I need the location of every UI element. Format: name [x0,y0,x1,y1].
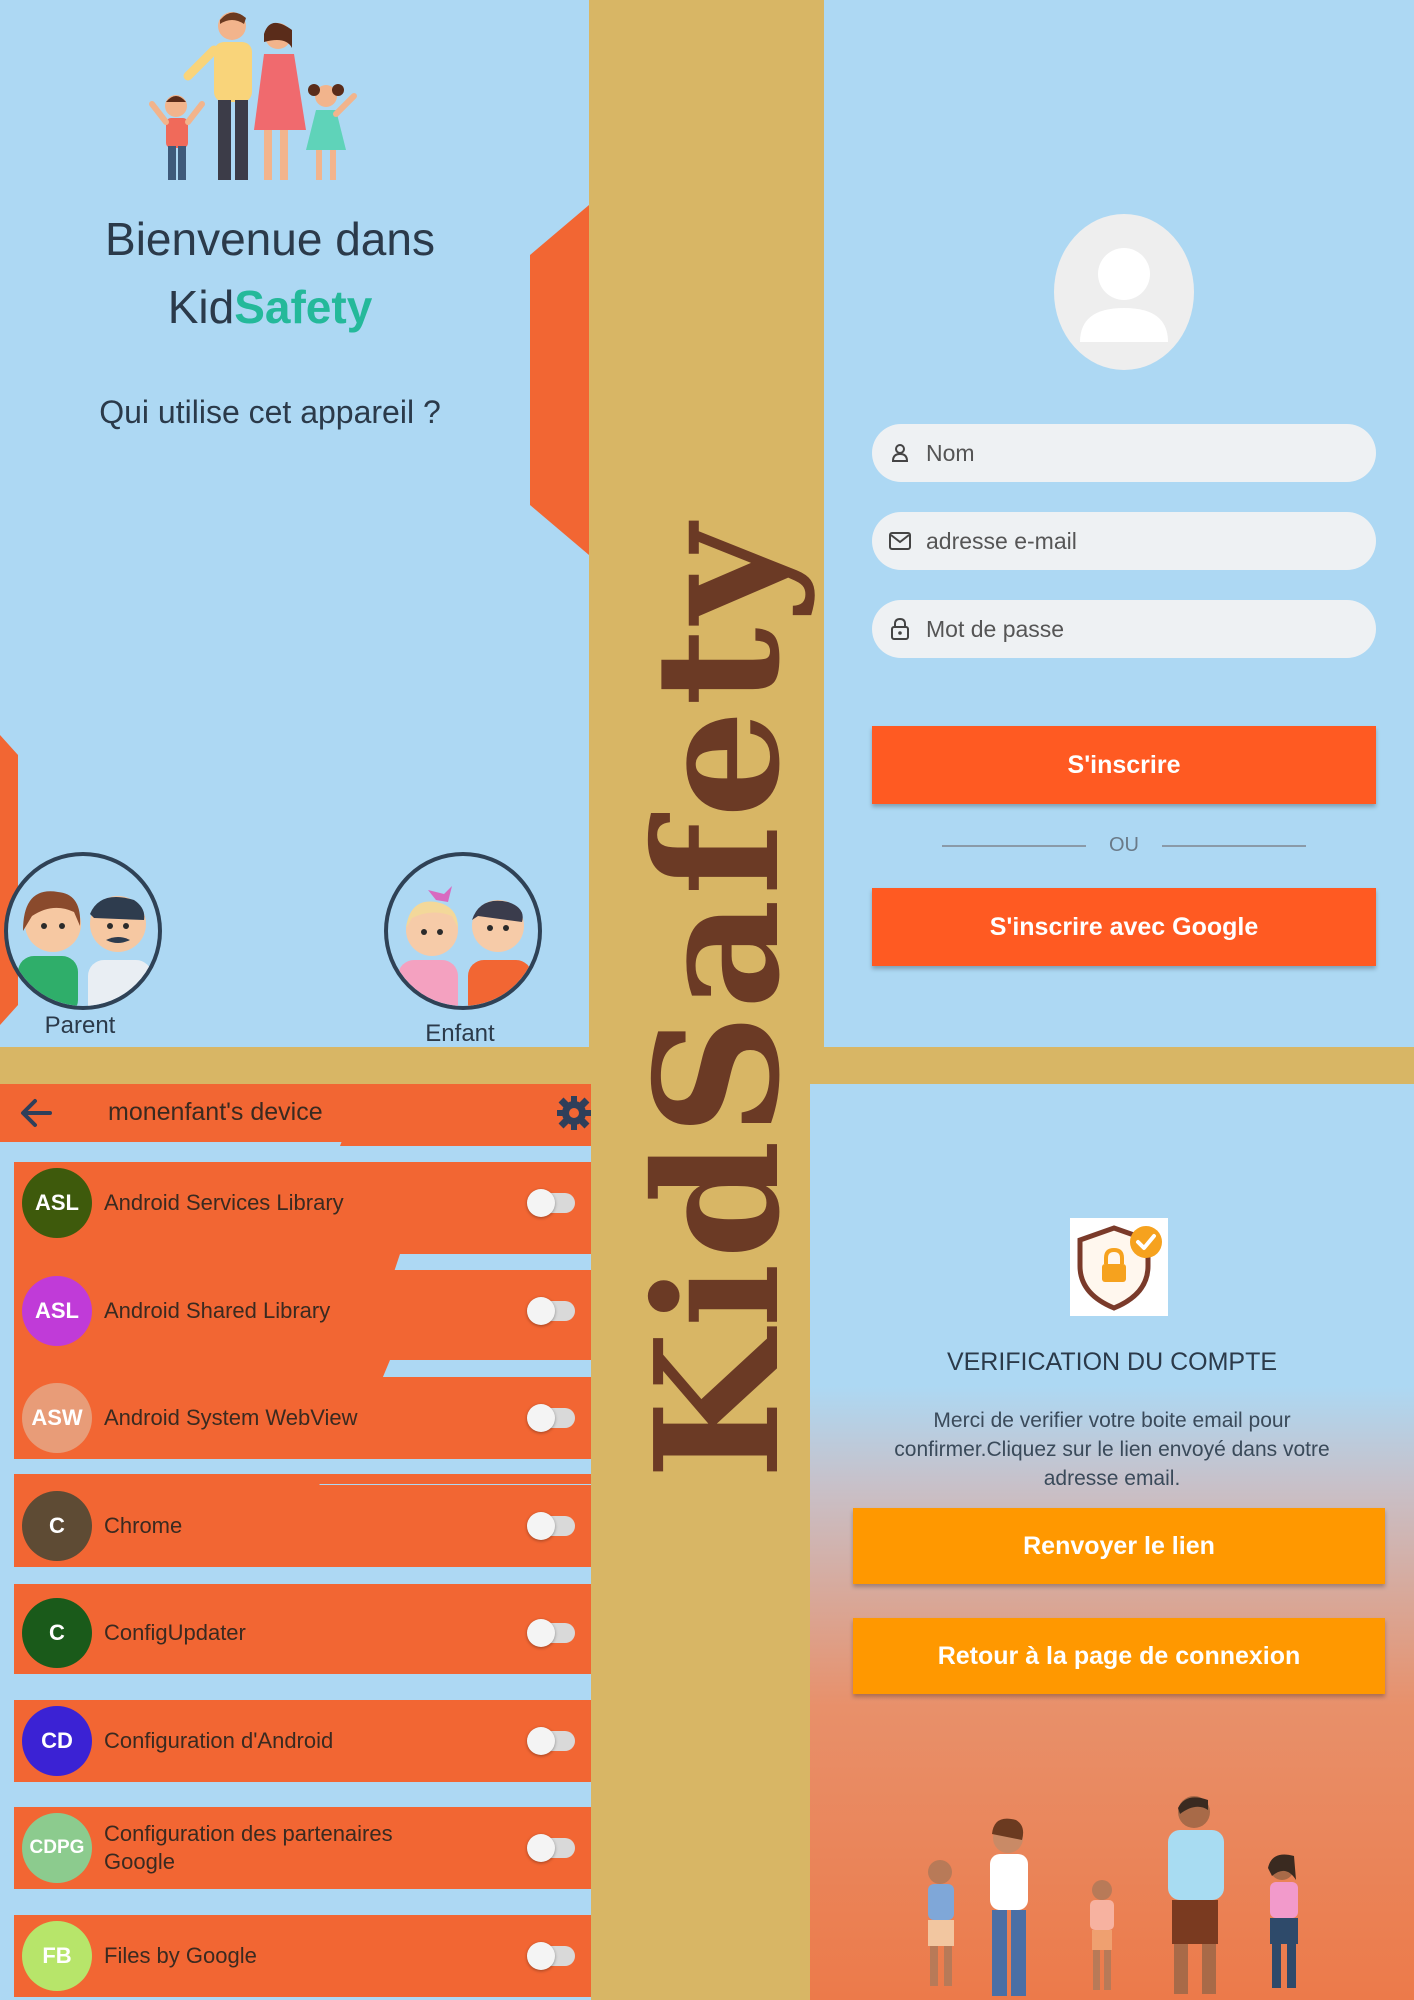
toggle-knob [527,1619,555,1647]
divider-line-right [1162,845,1306,847]
parent-label: Parent [44,1012,116,1039]
app-avatar: CD [22,1706,92,1776]
welcome-brand: KidSafety [0,280,540,334]
verify-screen: VERIFICATION DU COMPTE Merci de verifier… [810,1084,1414,2000]
parents-avatar-icon [18,891,152,1006]
brand-safety: Safety [234,281,373,333]
arrow-left-icon[interactable] [18,1096,54,1130]
top-app-bar: monenfant's device [0,1084,591,1142]
app-name: Configuration des partenaires Google [104,1821,393,1874]
resend-link-button[interactable]: Renvoyer le lien [853,1508,1385,1584]
app-row-files-by-google[interactable]: FB Files by Google [14,1915,591,1997]
child-label: Enfant [425,1020,495,1047]
app-name: Files by Google [104,1943,257,1968]
toggle-knob [527,1189,555,1217]
app-name: Android Shared Library [104,1298,331,1323]
name-input[interactable] [924,438,1348,468]
app-name: ConfigUpdater [104,1620,246,1645]
divider-label: OU [1109,834,1139,856]
shield-lock-check-icon [1077,1225,1162,1311]
app-toggle[interactable] [527,1404,575,1432]
orange-hexagon-shape [530,205,589,555]
app-row-configuration-partenaires-google[interactable]: CDPG Configuration des partenaires Googl… [14,1807,591,1889]
register-button[interactable]: S'inscrire [872,726,1376,804]
app-avatar: FB [22,1921,92,1991]
mail-icon [888,529,912,553]
brand-title: KidSafety [618,520,818,1480]
toggle-knob [527,1512,555,1540]
toggle-knob [527,1404,555,1432]
app-avatar: ASL [22,1276,92,1346]
app-toggle[interactable] [527,1619,575,1647]
device-title: monenfant's device [108,1098,323,1126]
back-to-login-button[interactable]: Retour à la page de connexion [853,1618,1385,1694]
verification-message: Merci de verifier votre boite email pour… [894,1409,1330,1490]
welcome-screen: Bienvenue dans KidSafety Qui utilise cet… [0,0,589,1047]
app-toggle[interactable] [527,1512,575,1540]
brand-kid: Kid [167,281,235,333]
app-toggle[interactable] [527,1297,575,1325]
password-input[interactable] [924,614,1348,644]
divider-line-left [942,845,1086,847]
app-row-configupdater[interactable]: C ConfigUpdater [14,1592,591,1674]
app-name: Configuration d'Android [104,1728,334,1753]
app-avatar: C [22,1491,92,1561]
name-field[interactable] [872,424,1376,482]
toggle-knob [527,1727,555,1755]
kids-avatar-icon [398,886,532,1006]
app-toggle[interactable] [527,1727,575,1755]
signup-screen: S'inscrire OU S'inscrire avec Google [824,0,1414,1047]
app-row-configuration-android[interactable]: CD Configuration d'Android [14,1700,591,1782]
child-avatar-button[interactable] [384,852,542,1010]
apps-screen: monenfant's device ASL Android Services … [0,1084,591,2000]
app-row-android-system-webview[interactable]: ASW Android System WebView [14,1377,591,1459]
email-input[interactable] [924,526,1348,556]
app-row-android-services-library[interactable]: ASL Android Services Library [14,1162,591,1244]
app-avatar: ASW [22,1383,92,1453]
shield-badge [1070,1218,1168,1316]
app-avatar: ASL [22,1168,92,1238]
email-field[interactable] [872,512,1376,570]
app-row-chrome[interactable]: C Chrome [14,1485,591,1567]
parent-avatar-button[interactable] [4,852,162,1010]
app-name: Chrome [104,1513,183,1538]
or-divider: OU [942,834,1306,858]
verification-title: VERIFICATION DU COMPTE [946,1348,1278,1376]
profile-avatar [1054,214,1194,370]
gear-icon[interactable] [556,1094,591,1132]
app-avatar: CDPG [22,1813,92,1883]
app-name: Android Services Library [104,1190,344,1215]
app-toggle[interactable] [527,1189,575,1217]
user-placeholder-icon [1080,248,1168,342]
toggle-knob [527,1942,555,1970]
app-toggle[interactable] [527,1942,575,1970]
device-question: Qui utilise cet appareil ? [99,394,441,430]
app-toggle[interactable] [527,1834,575,1862]
app-name: Android System WebView [104,1405,358,1430]
person-icon [888,441,912,465]
family-running-illustration [928,1796,1298,1996]
app-row-android-shared-library[interactable]: ASL Android Shared Library [14,1270,591,1352]
password-field[interactable] [872,600,1376,658]
app-avatar: C [22,1598,92,1668]
toggle-knob [527,1834,555,1862]
family-illustration [149,12,357,180]
toggle-knob [527,1297,555,1325]
welcome-title: Bienvenue dans [105,213,435,265]
lock-icon [888,617,912,641]
google-signup-button[interactable]: S'inscrire avec Google [872,888,1376,966]
